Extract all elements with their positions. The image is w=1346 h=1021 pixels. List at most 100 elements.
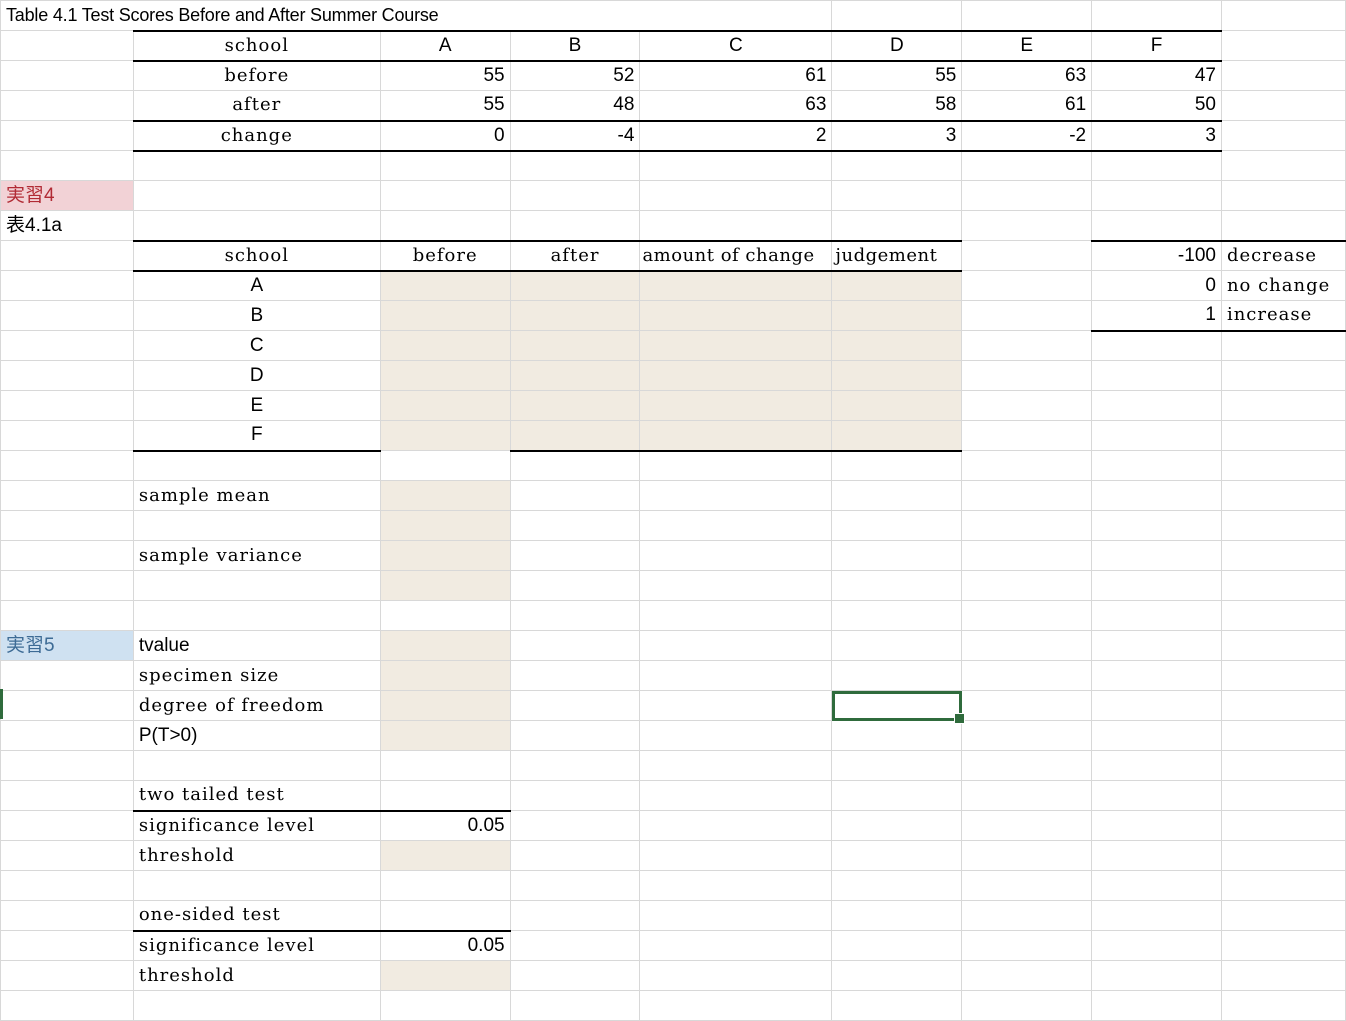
two-tailed-threshold-label[interactable]: threshold: [132, 840, 381, 871]
specimen-size-cell[interactable]: [379, 660, 511, 691]
ex4-input-cell[interactable]: [639, 270, 833, 301]
exercise5-label[interactable]: 実習5: [0, 630, 134, 661]
table41-label-change[interactable]: change: [132, 120, 381, 151]
two-tailed-threshold-cell[interactable]: [379, 840, 511, 871]
ex4-input-cell[interactable]: [379, 300, 511, 331]
ex4-input-cell[interactable]: [509, 360, 641, 391]
table41-cell[interactable]: 48: [509, 90, 641, 122]
ex4-input-cell[interactable]: [831, 390, 963, 421]
ex4-input-cell[interactable]: [831, 330, 963, 361]
degree-of-freedom-label[interactable]: degree of freedom: [132, 690, 381, 721]
lookup-label[interactable]: decrease: [1220, 239, 1346, 271]
degree-of-freedom-cell[interactable]: [379, 690, 511, 721]
exercise4-label[interactable]: 実習4: [0, 180, 134, 211]
ex4-school-label[interactable]: D: [132, 360, 381, 391]
sample-mean-cell[interactable]: [379, 510, 511, 541]
table41-school-e[interactable]: E: [961, 29, 1093, 62]
one-sided-significance-value[interactable]: 0.05: [379, 930, 511, 961]
sample-variance-label[interactable]: sample variance: [132, 540, 381, 571]
ex4-input-cell[interactable]: [639, 390, 833, 421]
sample-variance-cell[interactable]: [379, 540, 511, 571]
table41-label-before[interactable]: before: [132, 60, 381, 91]
ex4-school-label[interactable]: A: [132, 270, 381, 301]
lookup-value[interactable]: 0: [1091, 270, 1222, 301]
table41-cell[interactable]: -4: [509, 120, 641, 151]
one-sided-threshold-label[interactable]: threshold: [132, 960, 381, 991]
selected-cell[interactable]: [831, 690, 966, 724]
table41-school-a[interactable]: A: [379, 29, 511, 62]
ex4-school-label[interactable]: C: [132, 330, 381, 361]
p-value-label[interactable]: P(T>0): [132, 720, 381, 751]
table41-cell[interactable]: 63: [639, 90, 833, 122]
ex4-school-label[interactable]: B: [132, 300, 381, 331]
one-sided-significance-label[interactable]: significance level: [132, 930, 381, 961]
ex4-header-after[interactable]: after: [509, 239, 641, 272]
table41-cell[interactable]: 3: [831, 120, 963, 151]
ex4-input-cell[interactable]: [831, 270, 963, 301]
table41-school-b[interactable]: B: [509, 29, 641, 62]
exercise4-table-label[interactable]: 表4.1a: [0, 210, 134, 241]
table41-school-d[interactable]: D: [831, 29, 963, 62]
sample-variance-cell[interactable]: [379, 570, 511, 601]
table41-cell[interactable]: -2: [961, 120, 1093, 151]
one-sided-threshold-cell[interactable]: [379, 960, 511, 991]
table41-cell[interactable]: 58: [831, 90, 963, 122]
table41-cell[interactable]: 47: [1091, 60, 1222, 91]
p-value-cell[interactable]: [379, 720, 511, 751]
table41-cell[interactable]: 3: [1091, 120, 1222, 151]
table41-cell[interactable]: 2: [639, 120, 833, 151]
two-tailed-title[interactable]: two tailed test: [132, 780, 381, 812]
table41-cell[interactable]: 63: [961, 60, 1093, 91]
ex4-input-cell[interactable]: [379, 390, 511, 421]
table41-cell[interactable]: 55: [379, 60, 511, 91]
table41-cell[interactable]: 52: [509, 60, 641, 91]
row-ex4-school-e: E: [0, 390, 1346, 421]
sample-mean-cell[interactable]: [379, 480, 511, 511]
ex4-input-cell[interactable]: [509, 330, 641, 361]
table41-cell[interactable]: 50: [1091, 90, 1222, 122]
ex4-input-cell[interactable]: [379, 330, 511, 361]
ex4-input-cell[interactable]: [379, 420, 511, 451]
ex4-header-amount-of-change[interactable]: amount of change: [639, 239, 833, 272]
two-tailed-significance-label[interactable]: significance level: [132, 810, 381, 841]
ex4-input-cell[interactable]: [831, 360, 963, 391]
ex4-input-cell[interactable]: [639, 360, 833, 391]
lookup-label[interactable]: no change: [1220, 270, 1346, 301]
fill-handle[interactable]: [954, 713, 966, 724]
sample-mean-label[interactable]: sample mean: [132, 480, 381, 511]
ex4-input-cell[interactable]: [831, 300, 963, 331]
ex4-input-cell[interactable]: [509, 390, 641, 421]
ex4-input-cell[interactable]: [639, 420, 833, 452]
ex4-input-cell[interactable]: [379, 270, 511, 301]
ex4-input-cell[interactable]: [509, 270, 641, 301]
table41-label-after[interactable]: after: [132, 90, 381, 122]
ex4-input-cell[interactable]: [639, 330, 833, 361]
table41-cell[interactable]: 61: [961, 90, 1093, 122]
tvalue-cell[interactable]: [379, 630, 511, 661]
ex4-school-label[interactable]: F: [132, 420, 381, 452]
ex4-header-before[interactable]: before: [379, 239, 511, 272]
table41-school-c[interactable]: C: [639, 29, 833, 62]
table41-header-school[interactable]: school: [132, 29, 381, 62]
table41-cell[interactable]: 0: [379, 120, 511, 151]
two-tailed-significance-value[interactable]: 0.05: [379, 810, 511, 841]
ex4-school-label[interactable]: E: [132, 390, 381, 421]
ex4-input-cell[interactable]: [831, 420, 963, 452]
ex4-header-judgement[interactable]: judgement: [831, 239, 963, 272]
table41-cell[interactable]: 55: [379, 90, 511, 122]
one-sided-title[interactable]: one-sided test: [132, 900, 381, 932]
ex4-input-cell[interactable]: [379, 360, 511, 391]
ex4-input-cell[interactable]: [509, 420, 641, 452]
lookup-value[interactable]: -100: [1091, 239, 1222, 271]
ex4-input-cell[interactable]: [639, 300, 833, 331]
tvalue-label[interactable]: tvalue: [132, 630, 381, 661]
lookup-label[interactable]: increase: [1220, 300, 1346, 332]
lookup-value[interactable]: 1: [1091, 300, 1222, 332]
table41-cell[interactable]: 55: [831, 60, 963, 91]
table41-school-f[interactable]: F: [1091, 29, 1222, 62]
ex4-header-school[interactable]: school: [132, 239, 381, 272]
ex4-input-cell[interactable]: [509, 300, 641, 331]
sheet-title[interactable]: Table 4.1 Test Scores Before and After S…: [0, 0, 833, 31]
table41-cell[interactable]: 61: [639, 60, 833, 91]
specimen-size-label[interactable]: specimen size: [132, 660, 381, 691]
